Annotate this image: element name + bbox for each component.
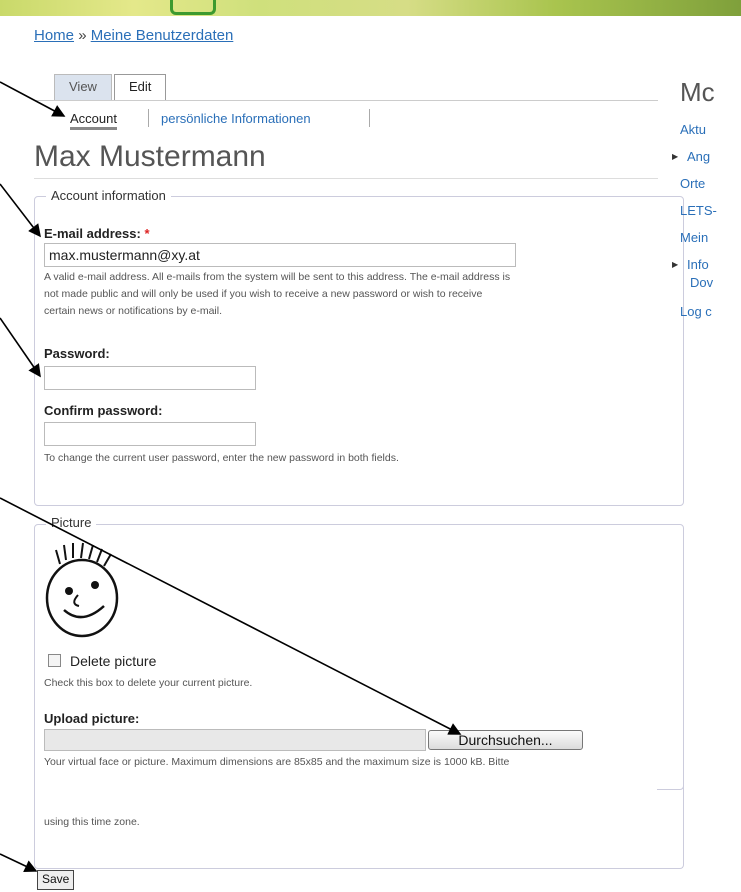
arrow-to-account-tab [0,81,66,117]
arrow-to-browse-button [0,497,462,735]
arrow-to-password-field [0,317,41,378]
arrow-to-email-field [0,183,41,238]
annotation-arrows [0,81,462,873]
arrow-to-save-button [0,853,38,873]
